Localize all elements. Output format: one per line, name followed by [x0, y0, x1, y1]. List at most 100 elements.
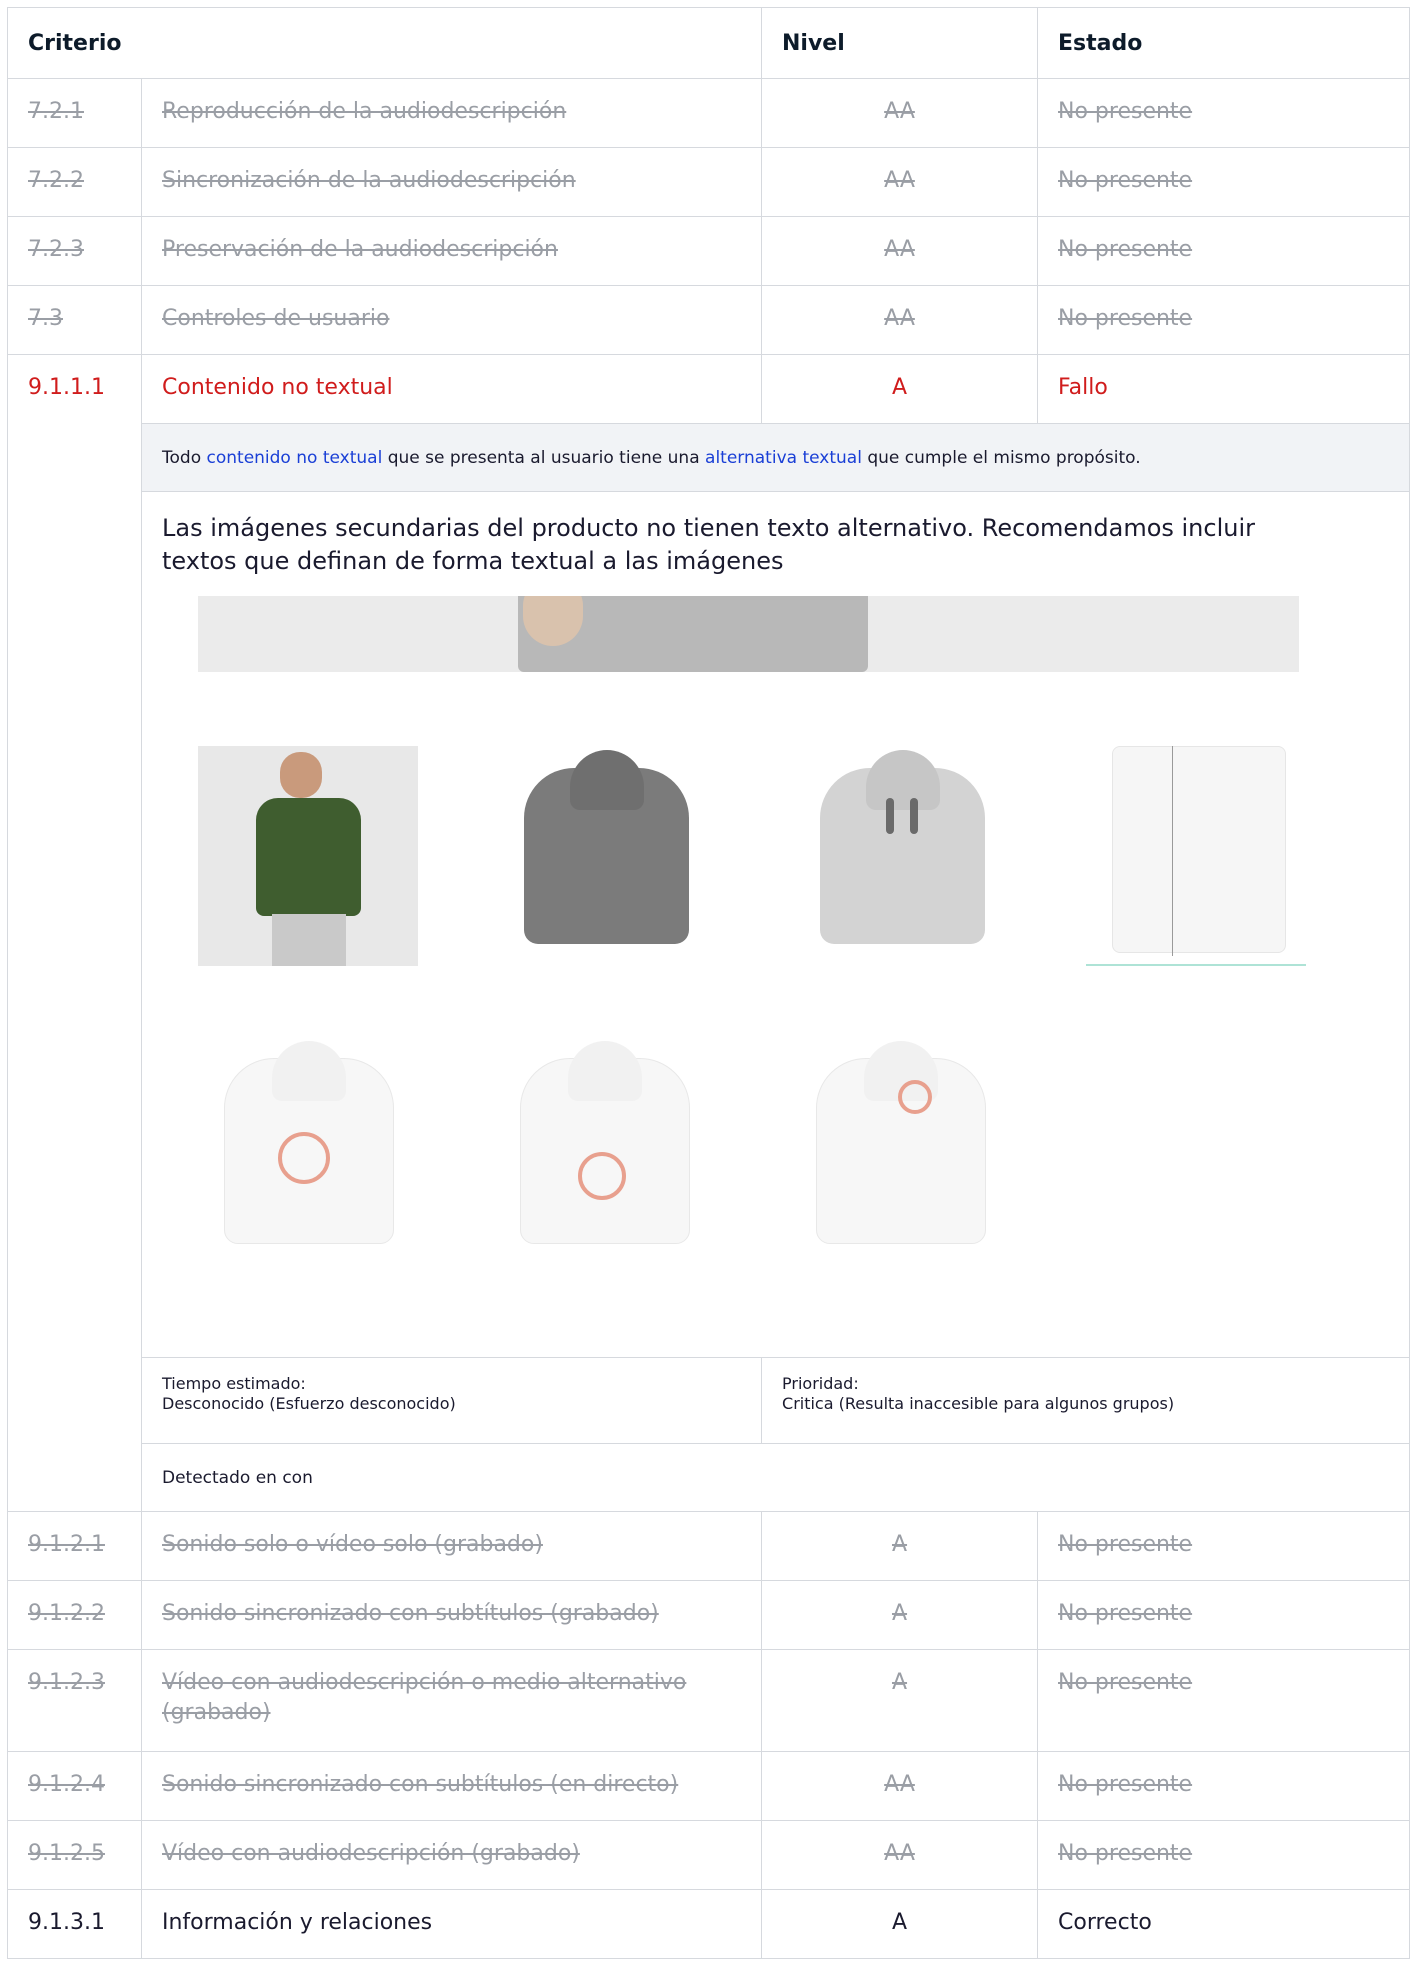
detected-row: Detectado en con: [8, 1443, 1411, 1512]
drawstring-shape: [910, 798, 918, 834]
criterion-level: A: [761, 1649, 1039, 1752]
criterion-level: AA: [761, 78, 1039, 148]
thumbnail-light-grey-hoodie: [790, 746, 1010, 966]
criteria-table: Criterio Nivel Estado 7.2.1 Reproducción…: [6, 7, 1411, 1959]
criterion-status: No presente: [1037, 1580, 1411, 1650]
description-text: que se presenta al usuario tiene una: [382, 447, 706, 468]
criterion-name: Sonido sincronizado con subtítulos (grab…: [140, 1580, 763, 1650]
criterion-status: No presente: [1037, 1649, 1411, 1752]
priority: Prioridad: Critica (Resulta inaccesible …: [761, 1357, 1411, 1444]
thumbnail-white-hoodie-chest-logo: [790, 1040, 1010, 1260]
model-body-shape: [256, 798, 361, 916]
estimated-time: Tiempo estimado: Desconocido (Esfuerzo d…: [140, 1357, 763, 1444]
header-estado: Estado: [1037, 7, 1411, 79]
criteria-table-wrapper: Criterio Nivel Estado 7.2.1 Reproducción…: [6, 7, 1411, 1959]
model-head-shape: [280, 752, 322, 798]
hoodie-shape: [820, 750, 985, 944]
criterion-name: Controles de usuario: [140, 285, 763, 355]
criterion-id: 9.1.2.5: [7, 1820, 142, 1890]
model-legs-shape: [272, 914, 346, 966]
criterion-status: Correcto: [1037, 1889, 1411, 1959]
criterion-name: Contenido no textual: [140, 354, 763, 424]
criterion-name: Información y relaciones: [140, 1889, 763, 1959]
product-main-image: [198, 596, 1299, 672]
hood-shape: [272, 1041, 346, 1101]
header-criterio: Criterio: [6, 7, 763, 79]
table-row: 9.1.2.5 Vídeo con audiodescripción (grab…: [7, 1820, 1411, 1890]
table-row: 9.1.2.1 Sonido solo o vídeo solo (grabad…: [7, 1511, 1411, 1581]
criterion-description-row: Todo contenido no textual que se present…: [8, 423, 1411, 492]
criterion-level: A: [761, 1511, 1039, 1581]
criterion-id: 7.3: [7, 285, 142, 355]
description-text: Todo: [162, 447, 207, 468]
base-line: [1086, 964, 1306, 966]
criterion-id: 9.1.2.4: [7, 1751, 142, 1821]
criterion-id: 9.1.1.1: [7, 354, 142, 1512]
criterion-level: AA: [761, 216, 1039, 286]
criterion-status: No presente: [1037, 78, 1411, 148]
criterion-status: No presente: [1037, 285, 1411, 355]
criterion-id: 7.2.2: [7, 147, 142, 217]
criterion-name: Sincronización de la audiodescripción: [140, 147, 763, 217]
product-thumbnails: [198, 746, 1389, 1260]
criterion-id: 7.2.3: [7, 216, 142, 286]
link-alternativa-textual[interactable]: alternativa textual: [705, 448, 862, 468]
link-contenido-no-textual[interactable]: contenido no textual: [207, 448, 383, 468]
measure-line: [1172, 746, 1173, 956]
criterion-name: Sonido solo o vídeo solo (grabado): [140, 1511, 763, 1581]
criterion-level: AA: [761, 147, 1039, 217]
meta-row: Tiempo estimado: Desconocido (Esfuerzo d…: [8, 1357, 1411, 1444]
criterion-status: No presente: [1037, 147, 1411, 217]
thumbnail-size-chart-tshirt: [1086, 746, 1306, 966]
criterion-status: No presente: [1037, 1751, 1411, 1821]
hoodie-shape: [524, 750, 689, 944]
passed-criterion-row[interactable]: 9.1.3.1 Información y relaciones A Corre…: [7, 1889, 1411, 1959]
criterion-id: 9.1.2.1: [7, 1511, 142, 1581]
finding-cell: Las imágenes secundarias del producto no…: [140, 491, 1411, 1358]
criterion-id: 9.1.3.1: [7, 1889, 142, 1959]
criterion-name: Vídeo con audiodescripción o medio alter…: [140, 1649, 763, 1752]
logo-icon: [898, 1080, 932, 1114]
hood-shape: [865, 750, 940, 810]
criterion-level: A: [761, 1889, 1039, 1959]
criterion-status: No presente: [1037, 216, 1411, 286]
criterion-name: Reproducción de la audiodescripción: [140, 78, 763, 148]
priority-label: Prioridad:: [782, 1374, 859, 1393]
criterion-level: A: [761, 354, 1039, 424]
table-row: 9.1.2.4 Sonido sincronizado con subtítul…: [7, 1751, 1411, 1821]
table-row: 7.3 Controles de usuario AA No presente: [7, 285, 1411, 355]
table-row: 7.2.1 Reproducción de la audiodescripció…: [7, 78, 1411, 148]
estimated-time-value: Desconocido (Esfuerzo desconocido): [162, 1394, 456, 1413]
finding-text: Las imágenes secundarias del producto no…: [162, 514, 1255, 575]
table-header: Criterio Nivel Estado: [6, 7, 1411, 79]
logo-icon: [278, 1132, 330, 1184]
finding-row: Las imágenes secundarias del producto no…: [8, 491, 1411, 1358]
criterion-id: 9.1.2.3: [7, 1649, 142, 1752]
table-row: 9.1.2.3 Vídeo con audiodescripción o med…: [7, 1649, 1411, 1752]
criterion-name: Preservación de la audiodescripción: [140, 216, 763, 286]
criterion-level: A: [761, 1580, 1039, 1650]
criterion-level: AA: [761, 1820, 1039, 1890]
thumbnail-white-hoodie-back-logo: [494, 1040, 714, 1260]
criterion-description: Todo contenido no textual que se present…: [140, 423, 1411, 492]
criterion-status-fail: Fallo: [1037, 354, 1411, 424]
criterion-level: AA: [761, 1751, 1039, 1821]
detected-text: Detectado en con: [140, 1443, 1411, 1512]
hood-shape: [569, 750, 644, 810]
criterion-id: 7.2.1: [7, 78, 142, 148]
tshirt-shape: [1112, 746, 1286, 953]
logo-icon: [578, 1152, 626, 1200]
thumbnail-dark-grey-hoodie: [494, 746, 714, 966]
thumbnail-white-hoodie-front-logo: [198, 1040, 418, 1260]
criterion-name: Sonido sincronizado con subtítulos (en d…: [140, 1751, 763, 1821]
criterion-level: AA: [761, 285, 1039, 355]
failed-criterion-row[interactable]: 9.1.1.1 Contenido no textual A Fallo: [7, 354, 1411, 1512]
estimated-time-label: Tiempo estimado:: [162, 1374, 306, 1393]
table-row: 7.2.3 Preservación de la audiodescripció…: [7, 216, 1411, 286]
table-row: 7.2.2 Sincronización de la audiodescripc…: [7, 147, 1411, 217]
hood-shape: [568, 1041, 642, 1101]
criterion-status: No presente: [1037, 1820, 1411, 1890]
priority-value: Critica (Resulta inaccesible para alguno…: [782, 1394, 1175, 1413]
criterion-name: Vídeo con audiodescripción (grabado): [140, 1820, 763, 1890]
drawstring-shape: [886, 798, 894, 834]
